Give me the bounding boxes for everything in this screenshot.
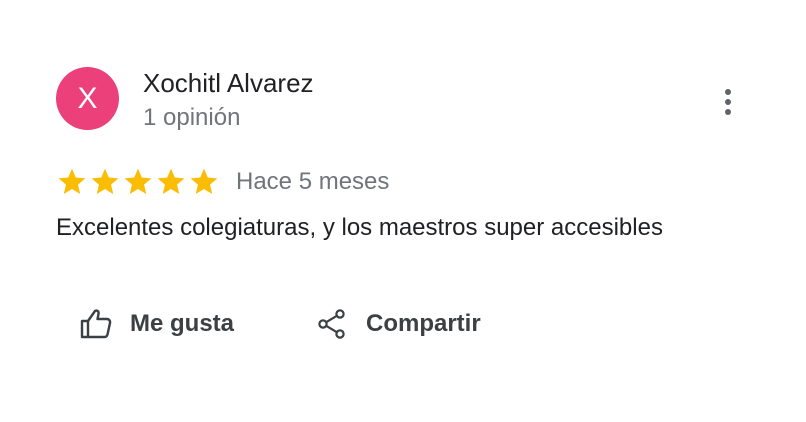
rating-row: Hace 5 meses	[56, 166, 389, 198]
star-rating	[56, 166, 220, 198]
share-icon	[318, 309, 345, 339]
star-icon	[190, 168, 218, 194]
star-icon	[58, 168, 86, 194]
star-icon	[91, 168, 119, 194]
avatar-initial: X	[77, 81, 98, 115]
more-vert-icon	[725, 89, 731, 115]
like-label: Me gusta	[130, 310, 235, 337]
star-icon	[157, 168, 185, 194]
share-button[interactable]: Compartir	[314, 302, 481, 346]
like-button[interactable]: Me gusta	[78, 302, 234, 346]
more-options-button[interactable]	[712, 86, 744, 118]
review-count: 1 opinión	[143, 104, 241, 131]
star-icon	[124, 168, 152, 194]
review-date: Hace 5 meses	[236, 168, 390, 195]
review-card: X Xochitl Alvarez 1 opinión Hace 5 meses…	[0, 0, 806, 422]
author-name[interactable]: Xochitl Alvarez	[143, 68, 314, 99]
avatar[interactable]: X	[56, 67, 119, 130]
share-label: Compartir	[366, 310, 481, 337]
thumb-up-icon	[80, 309, 112, 339]
review-text: Excelentes colegiaturas, y los maestros …	[56, 214, 663, 241]
